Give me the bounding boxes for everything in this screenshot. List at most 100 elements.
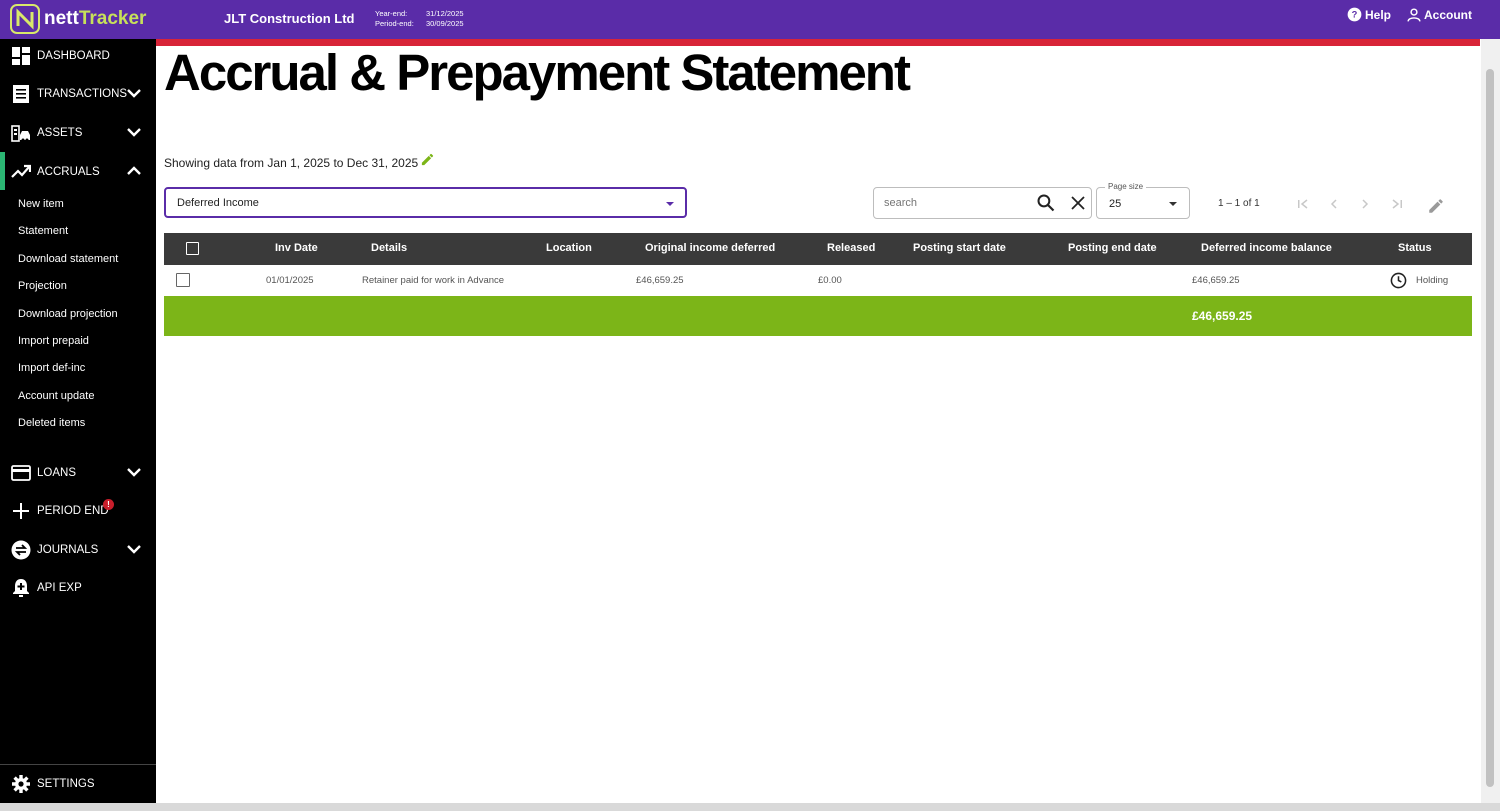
logo-text: nettTracker xyxy=(44,8,146,30)
col-inv-date[interactable]: Inv Date xyxy=(275,242,318,254)
date-range-text: Showing data from Jan 1, 2025 to Dec 31,… xyxy=(164,156,419,170)
nav-dashboard[interactable]: DASHBOARD xyxy=(0,39,156,73)
col-deferred-income-balance[interactable]: Deferred income balance xyxy=(1201,242,1332,254)
help-label: Help xyxy=(1364,7,1391,22)
nav-period-end-label: PERIOD END xyxy=(37,505,109,517)
nav-assets-label: ASSETS xyxy=(37,127,83,139)
nav-journals-label: JOURNALS xyxy=(37,544,99,556)
nav-accruals[interactable]: ACCRUALS xyxy=(0,155,156,189)
logo-icon xyxy=(10,4,40,34)
nav-accruals-account-update[interactable]: Account update xyxy=(18,390,94,402)
select-all-checkbox[interactable] xyxy=(186,242,199,255)
sidebar-divider xyxy=(0,764,156,765)
nav-accruals-new-item[interactable]: New item xyxy=(18,198,64,210)
nav-settings[interactable]: SETTINGS xyxy=(0,767,156,801)
sidebar: DASHBOARD TRANSACTIONS ASSETS ACCRUALS N… xyxy=(0,39,156,811)
chevron-down-icon xyxy=(127,128,141,137)
top-bar: nettTracker JLT Construction Ltd Year-en… xyxy=(0,0,1500,39)
nav-assets[interactable]: ASSETS xyxy=(0,116,156,150)
col-released[interactable]: Released xyxy=(827,242,875,254)
nav-accruals-import-prepaid[interactable]: Import prepaid xyxy=(18,335,89,347)
row-checkbox[interactable] xyxy=(176,273,190,287)
last-page-icon[interactable] xyxy=(1389,196,1405,212)
page-title: Accrual & Prepayment Statement xyxy=(164,44,911,101)
search-box xyxy=(873,187,1092,219)
trending-up-icon xyxy=(11,162,31,182)
col-location[interactable]: Location xyxy=(546,242,592,254)
dropdown-arrow-icon xyxy=(1169,202,1177,206)
horizontal-scrollbar[interactable] xyxy=(0,803,1500,811)
cell-original: £46,659.25 xyxy=(636,275,684,286)
help-icon: ? xyxy=(1347,7,1362,22)
col-original-income-deferred[interactable]: Original income deferred xyxy=(645,242,775,254)
table-row[interactable]: 01/01/2025 Retainer paid for work in Adv… xyxy=(164,265,1472,296)
search-input[interactable] xyxy=(884,194,1024,212)
nav-accruals-projection[interactable]: Projection xyxy=(18,280,67,292)
logo-suffix: Tracker xyxy=(78,8,147,29)
nav-dashboard-label: DASHBOARD xyxy=(37,50,110,62)
period-dates: Year-end: 31/12/2025 Period-end: 30/09/202… xyxy=(375,9,464,29)
nav-loans[interactable]: LOANS xyxy=(0,456,156,490)
nav-accruals-import-def-inc[interactable]: Import def-inc xyxy=(18,362,85,374)
nav-transactions[interactable]: TRANSACTIONS xyxy=(0,77,156,111)
page-size-select[interactable]: Page size 25 xyxy=(1096,182,1190,219)
nav-accruals-statement[interactable]: Statement xyxy=(18,225,68,237)
nav-transactions-label: TRANSACTIONS xyxy=(37,88,128,100)
plus-icon xyxy=(11,501,31,521)
close-icon[interactable] xyxy=(1069,194,1087,212)
col-posting-start-date[interactable]: Posting start date xyxy=(913,242,1006,254)
nav-api-exp[interactable]: API EXP xyxy=(0,571,156,605)
gear-icon xyxy=(11,774,31,794)
cell-details: Retainer paid for work in Advance xyxy=(362,275,505,286)
chevron-down-icon xyxy=(127,545,141,554)
nav-loans-label: LOANS xyxy=(37,467,76,479)
dashboard-icon xyxy=(11,46,31,66)
col-details[interactable]: Details xyxy=(371,242,407,254)
next-page-icon[interactable] xyxy=(1357,196,1373,212)
nav-api-exp-label: API EXP xyxy=(37,582,82,594)
nav-accruals-download-projection[interactable]: Download projection xyxy=(18,308,118,320)
statement-type-select[interactable]: Deferred Income xyxy=(164,187,687,218)
chevron-up-icon xyxy=(127,166,141,175)
notification-add-icon xyxy=(11,578,31,598)
col-posting-end-date[interactable]: Posting end date xyxy=(1068,242,1157,254)
cell-inv-date: 01/01/2025 xyxy=(266,275,314,286)
help-button[interactable]: ? Help xyxy=(1347,7,1391,22)
first-page-icon[interactable] xyxy=(1295,196,1311,212)
period-end-value: 30/09/2025 xyxy=(426,19,464,28)
cell-balance: £46,659.25 xyxy=(1192,275,1240,286)
year-end-value: 31/12/2025 xyxy=(426,9,464,18)
swap-icon xyxy=(11,540,31,560)
period-end-alert-badge: ! xyxy=(103,499,114,510)
company-name[interactable]: JLT Construction Ltd xyxy=(224,11,354,26)
search-icon[interactable] xyxy=(1036,193,1056,213)
statement-type-value: Deferred Income xyxy=(177,197,259,209)
svg-text:?: ? xyxy=(1352,10,1358,20)
nett-tracker-logo[interactable]: nettTracker xyxy=(10,3,146,35)
period-end-label: Period-end: xyxy=(375,19,414,28)
account-label: Account xyxy=(1424,7,1472,22)
nav-period-end[interactable]: PERIOD END xyxy=(0,494,156,528)
edit-date-range-pencil-icon[interactable] xyxy=(420,152,435,167)
scrollbar-thumb[interactable] xyxy=(1486,69,1494,787)
assets-icon xyxy=(11,123,31,143)
cell-released: £0.00 xyxy=(818,275,842,286)
receipt-icon xyxy=(11,84,31,104)
edit-pencil-icon[interactable] xyxy=(1427,197,1445,215)
logo-prefix: nett xyxy=(44,8,79,29)
nav-settings-label: SETTINGS xyxy=(37,778,95,790)
nav-journals[interactable]: JOURNALS xyxy=(0,533,156,567)
vertical-scrollbar[interactable] xyxy=(1481,39,1500,803)
col-status[interactable]: Status xyxy=(1398,242,1432,254)
cell-status: Holding xyxy=(1416,275,1449,286)
account-button[interactable]: Account xyxy=(1407,8,1472,22)
totals-row: £46,659.25 xyxy=(164,296,1472,336)
nav-accruals-deleted-items[interactable]: Deleted items xyxy=(18,417,85,429)
page-size-label: Page size xyxy=(1105,182,1147,191)
previous-page-icon[interactable] xyxy=(1326,196,1342,212)
nav-accruals-download-statement[interactable]: Download statement xyxy=(18,253,118,265)
credit-card-icon xyxy=(11,463,31,483)
account-icon xyxy=(1407,7,1421,22)
nav-accruals-label: ACCRUALS xyxy=(37,166,100,178)
dropdown-arrow-icon xyxy=(666,202,674,206)
